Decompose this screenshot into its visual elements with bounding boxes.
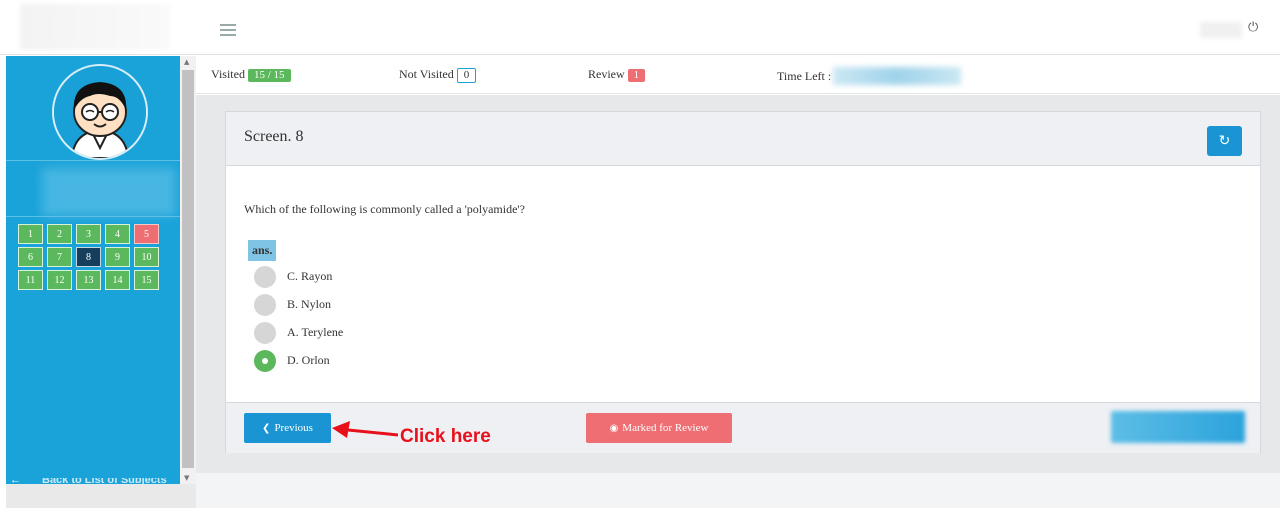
ans-label: ans. bbox=[248, 240, 277, 261]
review-label: Review bbox=[588, 67, 625, 81]
review-badge: 1 bbox=[627, 69, 646, 82]
question-number-12[interactable]: 12 bbox=[47, 270, 72, 290]
review-button-label: Marked for Review bbox=[622, 422, 709, 434]
question-number-10[interactable]: 10 bbox=[134, 247, 159, 267]
question-number-14[interactable]: 14 bbox=[105, 270, 130, 290]
annotation-text: Click here bbox=[400, 426, 491, 447]
sidebar-footer bbox=[6, 484, 196, 508]
option-label: D. Orlon bbox=[287, 353, 330, 367]
annotation-arrow-icon bbox=[332, 421, 399, 438]
chevron-left-icon: ❮ bbox=[262, 422, 271, 434]
refresh-icon: ↻ bbox=[1218, 133, 1231, 149]
not-visited-badge: 0 bbox=[456, 68, 477, 83]
visited-badge: 15 / 15 bbox=[247, 69, 291, 82]
radio-button[interactable] bbox=[254, 294, 276, 316]
option-label: A. Terylene bbox=[287, 325, 344, 339]
question-number-15[interactable]: 15 bbox=[134, 270, 159, 290]
option-label: B. Nylon bbox=[287, 297, 332, 311]
question-number-5[interactable]: 5 bbox=[134, 224, 159, 244]
status-bar: Visited 15 / 15 Not Visited 0 Review 1 Time… bbox=[196, 56, 1280, 94]
question-number-7[interactable]: 7 bbox=[47, 247, 72, 267]
option-label: C. Rayon bbox=[287, 269, 333, 283]
time-left-label: Time Left : bbox=[777, 69, 832, 83]
screen-title: Screen. 8 bbox=[244, 128, 304, 145]
page-footer bbox=[196, 473, 1280, 508]
radio-button-selected[interactable] bbox=[254, 350, 276, 372]
question-number-3[interactable]: 3 bbox=[76, 224, 101, 244]
previous-label: Previous bbox=[274, 422, 313, 434]
question-card: Screen. 8 ↻ Which of the following is co… bbox=[225, 111, 1261, 453]
card-header: Screen. 8 ↻ bbox=[226, 112, 1260, 166]
not-visited-stat: Not Visited 0 bbox=[399, 67, 477, 83]
sidebar: 1 2 3 4 5 6 7 8 9 10 11 12 13 14 15 bbox=[6, 56, 180, 484]
time-left-stat: Time Left : bbox=[777, 67, 962, 85]
radio-button[interactable] bbox=[254, 266, 276, 288]
question-number-1[interactable]: 1 bbox=[18, 224, 43, 244]
not-visited-label: Not Visited bbox=[399, 67, 454, 81]
divider bbox=[6, 216, 180, 217]
next-button[interactable] bbox=[1111, 411, 1245, 443]
question-number-6[interactable]: 6 bbox=[18, 247, 43, 267]
refresh-button[interactable]: ↻ bbox=[1207, 126, 1242, 156]
question-text: Which of the following is commonly calle… bbox=[244, 202, 525, 216]
question-number-8[interactable]: 8 bbox=[76, 247, 101, 267]
question-number-11[interactable]: 11 bbox=[18, 270, 43, 290]
previous-button[interactable]: ❮ Previous bbox=[244, 413, 331, 443]
avatar bbox=[52, 64, 148, 160]
candidate-info bbox=[42, 168, 176, 216]
logo bbox=[20, 4, 170, 50]
power-icon[interactable]: ⏻ bbox=[1248, 20, 1258, 35]
marked-for-review-button[interactable]: ◉ Marked for Review bbox=[586, 413, 732, 443]
question-number-9[interactable]: 9 bbox=[105, 247, 130, 267]
scroll-up-icon[interactable]: ▲ bbox=[184, 58, 189, 66]
question-number-13[interactable]: 13 bbox=[76, 270, 101, 290]
review-stat: Review 1 bbox=[588, 67, 646, 82]
scroll-down-icon[interactable]: ▼ bbox=[184, 474, 189, 482]
question-number-2[interactable]: 2 bbox=[47, 224, 72, 244]
radio-button[interactable] bbox=[254, 322, 276, 344]
sidebar-scrollbar[interactable]: ▲ ▼ bbox=[180, 56, 196, 484]
divider bbox=[6, 160, 180, 161]
hamburger-icon[interactable] bbox=[220, 24, 236, 36]
top-bar: ⏻ bbox=[0, 0, 1280, 55]
visited-label: Visited bbox=[211, 67, 245, 81]
question-number-4[interactable]: 4 bbox=[105, 224, 130, 244]
scroll-thumb[interactable] bbox=[182, 70, 194, 468]
eye-icon: ◉ bbox=[609, 422, 619, 434]
time-left-value bbox=[833, 67, 962, 85]
visited-stat: Visited 15 / 15 bbox=[211, 67, 291, 82]
user-name bbox=[1200, 22, 1242, 38]
